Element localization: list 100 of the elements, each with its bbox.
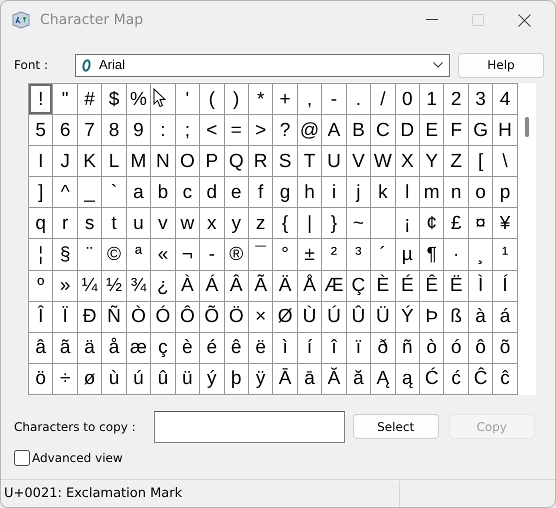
character-cell[interactable]: ĉ	[493, 364, 517, 394]
help-button[interactable]: Help	[458, 52, 544, 78]
character-cell[interactable]: Ã	[248, 270, 272, 301]
character-cell[interactable]: Ý	[396, 302, 419, 332]
character-cell[interactable]: ,	[298, 84, 322, 114]
advanced-view-checkbox[interactable]	[14, 450, 30, 466]
character-cell[interactable]: £	[444, 208, 468, 238]
character-cell[interactable]: ß	[444, 302, 468, 332]
character-cell[interactable]: Ā	[273, 364, 297, 394]
character-cell[interactable]: w	[176, 208, 200, 238]
character-cell[interactable]: Ä	[273, 270, 297, 301]
character-cell[interactable]: Ą	[371, 364, 395, 394]
character-cell[interactable]: O	[176, 146, 200, 176]
character-cell[interactable]: ą	[396, 364, 419, 394]
character-cell[interactable]: ¬	[176, 239, 200, 270]
character-cell[interactable]: U	[322, 146, 346, 176]
character-cell[interactable]: !	[29, 84, 52, 114]
character-cell[interactable]: m	[420, 177, 444, 208]
character-cell[interactable]: Å	[298, 270, 322, 301]
character-cell[interactable]: ½	[102, 270, 126, 301]
character-cell[interactable]: P	[200, 146, 224, 176]
character-cell[interactable]: E	[420, 115, 444, 146]
character-cell[interactable]: [	[468, 146, 492, 176]
character-cell[interactable]: B	[346, 115, 370, 146]
character-cell[interactable]: ó	[444, 332, 468, 363]
character-cell[interactable]: #	[78, 84, 102, 114]
character-cell[interactable]: µ	[396, 239, 419, 270]
character-cell[interactable]: Â	[224, 270, 248, 301]
character-cell[interactable]: x	[200, 208, 224, 238]
character-cell[interactable]: Ă	[322, 364, 346, 394]
character-cell[interactable]: J	[53, 146, 77, 176]
character-cell[interactable]: Ë	[444, 270, 468, 301]
character-cell[interactable]: l	[396, 177, 419, 208]
character-cell[interactable]: +	[273, 84, 297, 114]
character-cell[interactable]: È	[371, 270, 395, 301]
character-cell[interactable]: 5	[29, 115, 52, 146]
character-cell[interactable]: '	[176, 84, 200, 114]
character-cell[interactable]: ð	[371, 332, 395, 363]
character-cell[interactable]: .	[346, 84, 370, 114]
character-cell[interactable]: °	[273, 239, 297, 270]
character-cell[interactable]: Ñ	[102, 302, 126, 332]
character-cell[interactable]: u	[126, 208, 150, 238]
character-cell[interactable]: Û	[346, 302, 370, 332]
character-cell[interactable]: ·	[444, 239, 468, 270]
font-dropdown[interactable]: Arial	[74, 54, 450, 76]
character-cell[interactable]: Q	[224, 146, 248, 176]
character-cell[interactable]: ñ	[396, 332, 419, 363]
character-cell[interactable]: *	[248, 84, 272, 114]
character-cell[interactable]: ö	[29, 364, 52, 394]
character-cell[interactable]: æ	[126, 332, 150, 363]
character-cell[interactable]: ª	[126, 239, 150, 270]
character-cell[interactable]: ā	[298, 364, 322, 394]
character-cell[interactable]: I	[29, 146, 52, 176]
character-cell[interactable]: e	[224, 177, 248, 208]
character-cell[interactable]: ×	[248, 302, 272, 332]
scrollbar[interactable]	[518, 83, 536, 395]
character-cell[interactable]: )	[224, 84, 248, 114]
character-cell[interactable]: À	[176, 270, 200, 301]
character-cell[interactable]: ¢	[420, 208, 444, 238]
character-cell[interactable]: N	[151, 146, 175, 176]
character-cell[interactable]: ¨	[78, 239, 102, 270]
character-cell[interactable]: Y	[420, 146, 444, 176]
character-cell[interactable]: Ü	[371, 302, 395, 332]
character-cell[interactable]: Ð	[78, 302, 102, 332]
character-cell[interactable]: g	[273, 177, 297, 208]
character-cell[interactable]: n	[444, 177, 468, 208]
scrollbar-thumb[interactable]	[524, 117, 529, 137]
character-cell[interactable]: ¿	[151, 270, 175, 301]
character-cell[interactable]: Z	[444, 146, 468, 176]
character-cell[interactable]: 7	[78, 115, 102, 146]
character-cell[interactable]: <	[200, 115, 224, 146]
character-cell[interactable]: è	[176, 332, 200, 363]
character-cell[interactable]: Ó	[151, 302, 175, 332]
character-cell[interactable]: Ô	[176, 302, 200, 332]
character-cell[interactable]: ç	[151, 332, 175, 363]
character-cell[interactable]: Ø	[273, 302, 297, 332]
character-cell[interactable]: ;	[176, 115, 200, 146]
character-cell[interactable]: A	[322, 115, 346, 146]
character-cell[interactable]: |	[298, 208, 322, 238]
character-cell[interactable]: 0	[396, 84, 419, 114]
character-cell[interactable]: ²	[322, 239, 346, 270]
character-cell[interactable]: ü	[176, 364, 200, 394]
character-cell[interactable]: ô	[468, 332, 492, 363]
character-cell[interactable]: ã	[53, 332, 77, 363]
character-cell[interactable]: Þ	[420, 302, 444, 332]
character-cell[interactable]: Ö	[224, 302, 248, 332]
character-cell[interactable]: ¯	[248, 239, 272, 270]
character-cell[interactable]: Ú	[322, 302, 346, 332]
character-cell[interactable]: Ĉ	[468, 364, 492, 394]
character-cell[interactable]: 8	[102, 115, 126, 146]
character-cell[interactable]: ă	[346, 364, 370, 394]
character-cell[interactable]: `	[102, 177, 126, 208]
character-cell[interactable]: 6	[53, 115, 77, 146]
character-cell[interactable]: Ï	[53, 302, 77, 332]
character-cell[interactable]: ï	[346, 332, 370, 363]
character-cell[interactable]: ò	[420, 332, 444, 363]
character-cell[interactable]: Ù	[298, 302, 322, 332]
character-cell[interactable]: ć	[444, 364, 468, 394]
character-cell[interactable]: Ê	[420, 270, 444, 301]
character-cell[interactable]: 4	[493, 84, 517, 114]
